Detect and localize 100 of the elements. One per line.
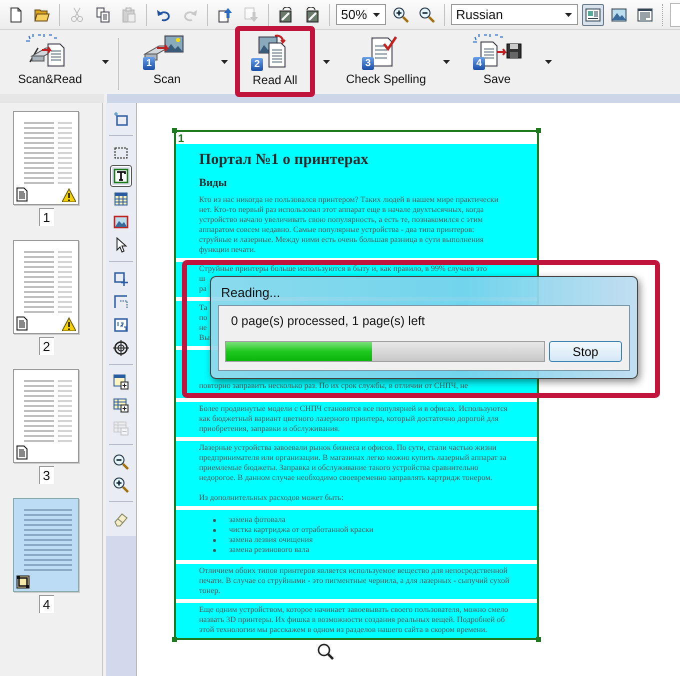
save-button[interactable]: 4 Save <box>457 30 537 94</box>
text-line: не <box>199 323 207 333</box>
text-line: Та <box>199 303 208 313</box>
caret-icon <box>220 59 228 65</box>
list-item: замена фотовала <box>229 515 286 525</box>
text-line: Более продвинутые модели с СНПЧ становятся все популярней и в офисах. Используются <box>199 404 508 414</box>
caret-icon <box>372 12 381 18</box>
text-line: Лазерные устройства завоевали рынок бизнеса и офисов. По сути, стали частью жизни <box>199 443 496 453</box>
text-line: функции печати. <box>199 245 256 255</box>
table-icon <box>113 190 129 206</box>
frame-icon <box>16 575 30 589</box>
sparkle-frame-icon <box>113 110 129 126</box>
zoom-in-icon <box>393 6 409 22</box>
table-add-icon <box>113 374 129 390</box>
resize-handle[interactable] <box>536 128 541 133</box>
text-line: предпринимателя или организации. В магазинах легко можно купить лазерный аппарат за <box>199 453 506 463</box>
caret-icon <box>322 59 330 65</box>
page-thumbnail[interactable] <box>13 111 79 205</box>
document-icon <box>16 316 28 331</box>
text-line: нет. Кто-то первый раз использовал этот аппарат еще в начале двухтысячных, когда <box>199 205 484 215</box>
text-line: как бюджетный вариант цветного лазерного принтера, который достаточно дорогой для <box>199 414 498 424</box>
text-line: ш <box>199 274 206 284</box>
page-view-button[interactable] <box>582 4 604 26</box>
text-line: тонер. <box>199 586 220 596</box>
page-view-icon <box>585 6 601 22</box>
text-line: приобретения, заправки и обслуживания. <box>199 424 340 434</box>
clipboard-icon <box>121 6 137 22</box>
check-spelling-button[interactable]: 3 Check Spelling <box>337 30 435 94</box>
scan-button[interactable]: 1 Scan <box>121 30 213 94</box>
caret-icon <box>564 12 573 18</box>
dialog-title: Reading... <box>220 284 282 302</box>
text-frame-tool[interactable] <box>110 164 132 186</box>
text-line: Вы <box>199 333 210 343</box>
picture-icon <box>113 214 129 230</box>
text-line: этой технологии мы расскажем в одном из разделов нашего сайта в скором времени. <box>199 625 488 635</box>
list-item: замена резинового вала <box>229 545 310 555</box>
document-icon <box>16 187 28 202</box>
text-line: Струйные принтеры больше используются в быту и, как правило, в 99% случаев это <box>199 264 487 274</box>
text-line: недорогое. В данном случае необходимо своевременно заправлять картридж тонером. <box>199 473 492 483</box>
table-add-icon <box>113 396 129 412</box>
stop-button[interactable]: Stop <box>549 341 622 362</box>
page-number: 3 <box>38 466 54 484</box>
scan-and-read-button[interactable]: Scan&Read <box>6 30 94 94</box>
text-line: Из дополнительных расходов может быть: <box>199 493 344 503</box>
target-icon <box>113 340 129 356</box>
page-thumbnail[interactable] <box>13 498 79 592</box>
text-line: струйные и лазерные. Между ними есть очень большая разница в сути выполнения <box>199 235 484 245</box>
step-badge: 1 <box>143 57 155 70</box>
caret-icon <box>544 59 552 65</box>
step-badge: 2 <box>251 58 263 71</box>
add-frame-icon <box>113 270 129 286</box>
bullet-dot <box>213 518 216 522</box>
page-number: 2 <box>38 337 54 355</box>
bullet-dot <box>213 538 216 542</box>
document-down-arrow-icon <box>243 6 259 22</box>
text-line: устройство начало увеличивать свою популярность, а есть те, познакомился с этим <box>199 215 483 225</box>
text-line: печати. В случае со струйными - это пигментные чернила, а для лазерных - сыпучий сухой <box>199 576 510 586</box>
magnifier-cursor-icon <box>317 643 334 660</box>
list-item: чистка картриджа от отработанной краски <box>229 525 374 535</box>
page-number: 1 <box>38 208 54 226</box>
text-line: аппаратом совсем недавно. Самые популярные устройства - два типа принтеров: <box>199 225 474 235</box>
text-line: Отличием обоих типов принтеров является используемое вещество для непосредственной <box>199 566 508 576</box>
resize-handle[interactable] <box>536 637 541 642</box>
text-frame-icon <box>113 168 129 184</box>
dashed-frame-icon <box>113 144 129 160</box>
rotate-page-icon <box>278 6 294 22</box>
page-thumbnail[interactable] <box>13 369 79 463</box>
new-document-icon <box>8 6 24 22</box>
rotate-page-icon <box>304 6 320 22</box>
text-line: Еще одним устройством, которое начинает завоевывать своего пользователя, можно смело <box>199 605 508 615</box>
zoom-out-icon <box>419 6 435 22</box>
area-number: 1 <box>178 134 184 145</box>
cut-frame-icon <box>113 294 129 310</box>
zoom-dropdown[interactable]: 50% <box>336 4 386 25</box>
caret-icon <box>100 59 110 65</box>
text-line: по <box>199 313 208 323</box>
eraser-icon <box>113 510 129 526</box>
resize-handle[interactable] <box>172 128 177 133</box>
text-line: Кто из нас никогда не пользовался принтером? Таких людей в нашем мире практически <box>199 195 498 205</box>
caret-icon <box>442 59 450 65</box>
text-line: приемлемые бюджеты. Заправка и обслуживание такого устройства сравнительно <box>199 463 478 473</box>
list-item: замена лезвия очищения <box>229 535 313 545</box>
resize-handle[interactable] <box>172 637 177 642</box>
heading: Портал №1 о принтерах <box>199 151 370 169</box>
step-badge: 4 <box>473 57 485 70</box>
page-thumbnail[interactable] <box>13 240 79 334</box>
document-icon <box>16 445 28 460</box>
scissors-icon <box>69 6 85 22</box>
folder-icon <box>34 6 50 22</box>
table-remove-icon <box>113 420 129 436</box>
bullet-dot <box>213 528 216 532</box>
page-number: 4 <box>38 595 54 613</box>
document-up-arrow-icon <box>217 6 233 22</box>
text-line: назвать 3D принтеры. Их фишка в возможности создания реальных вещей. Подробней об <box>199 615 505 625</box>
copy-icon <box>95 6 111 22</box>
text-line: повторно заправить несколько раз. По их срок службы, в отличии от СНПЧ, не <box>199 381 468 391</box>
bullet-dot <box>213 548 216 552</box>
text-field[interactable] <box>670 2 680 26</box>
numbered-frame-icon <box>113 316 129 332</box>
language-dropdown[interactable]: Russian <box>451 4 578 25</box>
